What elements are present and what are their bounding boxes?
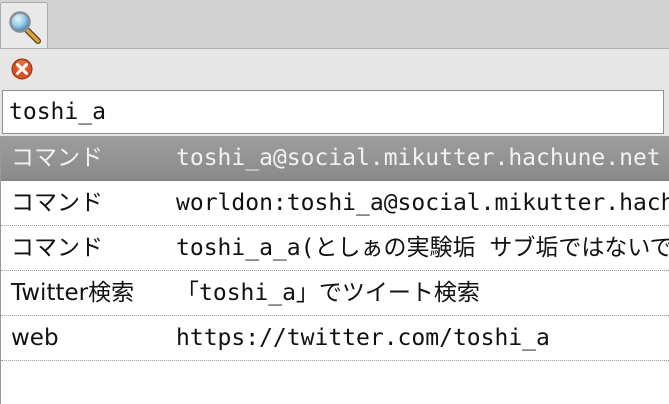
result-description: toshi_a_a(としぁの実験垢 サブ垢ではないです) xyxy=(176,235,669,261)
result-description: 「toshi_a」でツイート検索 xyxy=(176,280,480,306)
close-icon[interactable] xyxy=(11,58,33,80)
result-row[interactable]: コマンド toshi_a_a(としぁの実験垢 サブ垢ではないです) xyxy=(1,226,669,271)
result-row[interactable]: コマンド toshi_a@social.mikutter.hachune.net xyxy=(1,136,669,181)
result-type: web xyxy=(11,325,59,351)
result-type: コマンド xyxy=(11,145,103,171)
result-type: コマンド xyxy=(11,235,103,261)
result-type: Twitter検索 xyxy=(11,280,135,306)
result-row[interactable]: web https://twitter.com/toshi_a xyxy=(1,316,669,361)
result-row[interactable]: コマンド worldon:toshi_a@social.mikutter.hac… xyxy=(1,181,669,226)
result-description: worldon:toshi_a@social.mikutter.hachune.… xyxy=(176,190,669,216)
results-list: コマンド toshi_a@social.mikutter.hachune.net… xyxy=(0,136,669,404)
result-type: コマンド xyxy=(11,190,103,216)
tab-bar xyxy=(0,0,669,50)
result-description: toshi_a@social.mikutter.hachune.net xyxy=(176,145,661,171)
result-row[interactable]: Twitter検索 「toshi_a」でツイート検索 xyxy=(1,271,669,316)
search-input[interactable] xyxy=(2,90,664,134)
result-description: https://twitter.com/toshi_a xyxy=(176,325,550,351)
magnifier-icon xyxy=(9,11,41,44)
tab-search[interactable] xyxy=(0,2,48,50)
